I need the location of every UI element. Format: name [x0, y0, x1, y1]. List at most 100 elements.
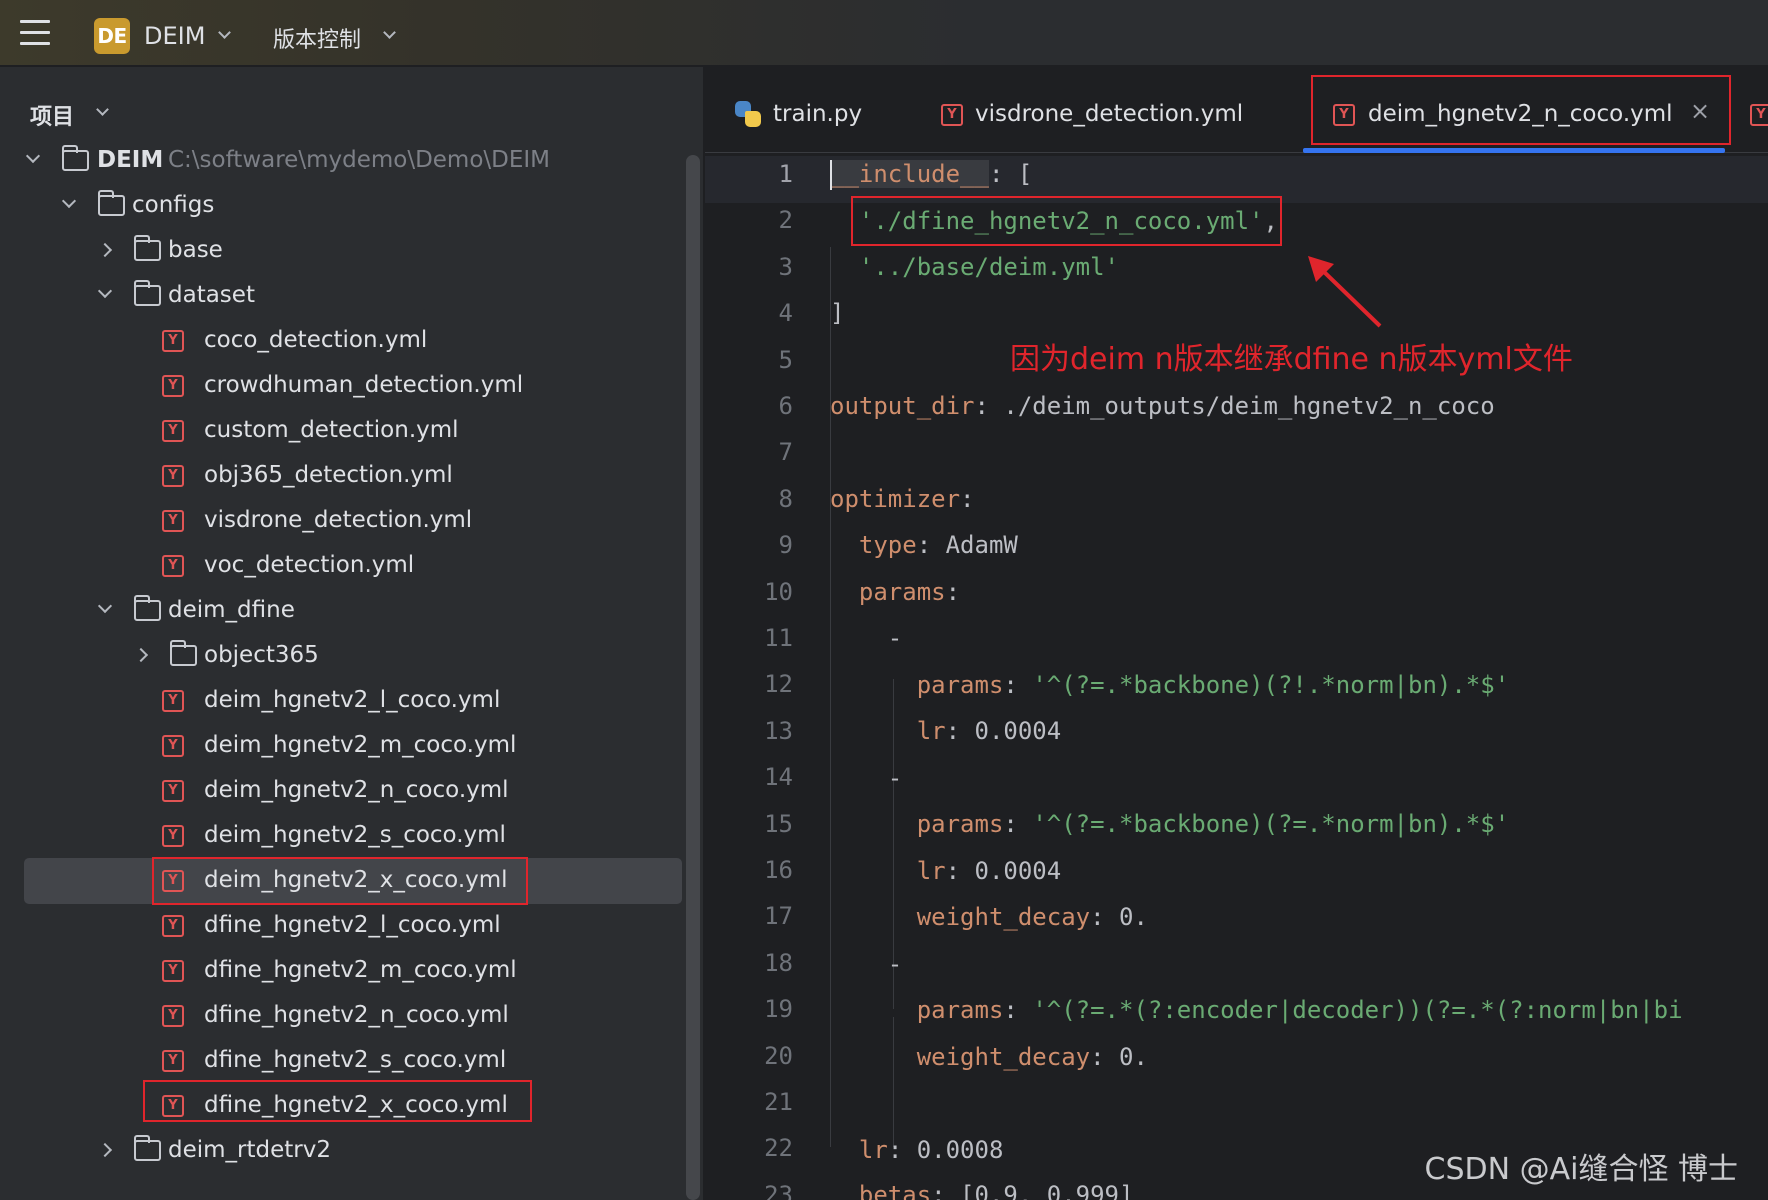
project-name[interactable]: DEIM	[144, 22, 205, 50]
tree-item[interactable]: Yvoc_detection.yml	[0, 544, 680, 589]
tree-item-label: visdrone_detection.yml	[204, 507, 473, 533]
vcs-menu[interactable]: 版本控制	[273, 22, 361, 54]
tree-item[interactable]: Ycustom_detection.yml	[0, 409, 680, 454]
chevron-down-icon[interactable]	[218, 26, 231, 39]
code-line-9: type: AdamW	[858, 531, 1018, 559]
code-line-8: optimizer:	[830, 485, 975, 513]
yaml-file-icon: Y	[162, 915, 184, 937]
tree-item-label: deim_hgnetv2_m_coco.yml	[204, 732, 517, 758]
tree-item[interactable]: Ydeim_hgnetv2_n_coco.yml	[0, 769, 680, 814]
text-caret	[830, 160, 832, 190]
tree-item[interactable]: object365	[0, 634, 680, 679]
tree-item-label: dfine_hgnetv2_l_coco.yml	[204, 912, 501, 938]
line-number-gutter: 1 2 3 4 5 6 7 8 9 10 11 12 13 14 15 16 17 18 19 20 21 22 23	[705, 153, 805, 1200]
code-line-10: params:	[858, 578, 961, 606]
tree-item[interactable]: configs	[0, 184, 680, 229]
tree-item[interactable]: dataset	[0, 274, 680, 319]
main-menu-icon[interactable]	[20, 20, 50, 46]
active-tab-indicator	[1303, 148, 1725, 153]
tree-item[interactable]: Ycoco_detection.yml	[0, 319, 680, 364]
project-panel-scrollbar[interactable]	[686, 155, 700, 1200]
yaml-file-icon: Y	[941, 104, 963, 126]
tree-item-label: dfine_hgnetv2_n_coco.yml	[204, 1002, 509, 1028]
tree-item-label: voc_detection.yml	[204, 552, 415, 578]
yaml-file-icon[interactable]: Y	[1750, 104, 1768, 126]
line-number: 12	[764, 670, 793, 699]
line-number: 11	[764, 624, 793, 652]
tree-item[interactable]: base	[0, 229, 680, 274]
chevron-right-icon[interactable]	[97, 242, 113, 258]
editor-tab-bar: train.py Y visdrone_detection.yml Y deim…	[705, 67, 1768, 153]
tree-item-label: object365	[204, 642, 319, 668]
chevron-down-icon[interactable]	[97, 283, 113, 299]
code-line-14: -	[887, 764, 903, 792]
tree-item-label: configs	[132, 192, 215, 218]
project-panel-title[interactable]: 项目	[30, 99, 74, 131]
tree-item[interactable]: Ycrowdhuman_detection.yml	[0, 364, 680, 409]
tree-item[interactable]: Ydeim_hgnetv2_m_coco.yml	[0, 724, 680, 769]
code-line-13: lr: 0.0004	[916, 717, 1062, 745]
tree-item-label: crowdhuman_detection.yml	[204, 372, 524, 398]
project-panel: 项目 DEIM C:\software\mydemo\Demo\DEIM con…	[0, 67, 704, 1200]
yaml-file-icon: Y	[162, 555, 184, 577]
folder-icon	[98, 190, 125, 216]
tree-item[interactable]: deim_rtdetrv2	[0, 1129, 680, 1174]
tree-item[interactable]: Ydeim_hgnetv2_s_coco.yml	[0, 814, 680, 859]
line-number: 8	[778, 484, 793, 513]
chevron-right-icon[interactable]	[133, 647, 149, 663]
line-number: 19	[764, 995, 793, 1024]
tree-item-label: deim_dfine	[168, 597, 295, 623]
tree-root-deim[interactable]: DEIM C:\software\mydemo\Demo\DEIM	[0, 139, 680, 184]
folder-icon	[62, 145, 89, 171]
yaml-file-icon: Y	[162, 420, 184, 442]
tab-train-py[interactable]: train.py	[725, 67, 905, 153]
chevron-down-icon[interactable]	[96, 103, 109, 116]
chevron-down-icon[interactable]	[97, 598, 113, 614]
yaml-file-icon: Y	[162, 465, 184, 487]
tree-item-label: deim_hgnetv2_l_coco.yml	[204, 687, 501, 713]
line-number: 10	[764, 577, 793, 606]
folder-icon	[134, 595, 161, 621]
tree-item[interactable]: Ydfine_hgnetv2_m_coco.yml	[0, 949, 680, 994]
code-line-3: '../base/deim.yml'	[858, 253, 1119, 281]
yaml-file-icon: Y	[162, 375, 184, 397]
chevron-down-icon[interactable]	[383, 26, 396, 39]
tree-item-label: obj365_detection.yml	[204, 462, 453, 488]
code-line-20: weight_decay: 0.	[916, 1043, 1148, 1071]
line-number: 3	[778, 252, 793, 281]
indent-guide	[893, 1017, 894, 1147]
tree-item[interactable]: Ydeim_hgnetv2_l_coco.yml	[0, 679, 680, 724]
code-line-6: output_dir: ./deim_outputs/deim_hgnetv2_…	[830, 392, 1495, 420]
tree-item[interactable]: Ydfine_hgnetv2_l_coco.yml	[0, 904, 680, 949]
tree-item-label: base	[168, 237, 223, 263]
chevron-right-icon[interactable]	[97, 1142, 113, 1158]
code-line-23: betas: [0.9, 0.999]	[858, 1181, 1134, 1200]
code-line-12: params: '^(?=.*backbone)(?!.*norm|bn).*$…	[916, 671, 1510, 699]
yaml-file-icon: Y	[162, 1050, 184, 1072]
tree-item[interactable]: Ydfine_hgnetv2_s_coco.yml	[0, 1039, 680, 1084]
chevron-down-icon[interactable]	[61, 193, 77, 209]
expand-arrow-icon[interactable]	[25, 148, 41, 164]
editor-area: train.py Y visdrone_detection.yml Y deim…	[705, 67, 1768, 1200]
line-number: 14	[764, 763, 793, 792]
yaml-file-icon: Y	[162, 1005, 184, 1027]
highlight-box-active-tab	[1311, 75, 1731, 145]
folder-icon	[170, 640, 197, 666]
highlight-box-dfine-n	[143, 1080, 532, 1122]
tree-item[interactable]: Yobj365_detection.yml	[0, 454, 680, 499]
tree-item-label: deim_rtdetrv2	[168, 1137, 331, 1163]
project-badge[interactable]: DE	[94, 18, 130, 54]
code-line-4: ]	[830, 299, 845, 327]
line-number: 4	[778, 299, 793, 328]
line-number: 2	[778, 206, 793, 235]
tree-item[interactable]: Ydfine_hgnetv2_n_coco.yml	[0, 994, 680, 1039]
yaml-file-icon: Y	[162, 330, 184, 352]
tab-visdrone-detection[interactable]: Y visdrone_detection.yml	[935, 67, 1265, 153]
tab-label: train.py	[773, 101, 863, 127]
tree-item[interactable]: deim_dfine	[0, 589, 680, 634]
tree-item-label: deim_hgnetv2_n_coco.yml	[204, 777, 509, 803]
tree-item-label: dataset	[168, 282, 255, 308]
tree-item-label: dfine_hgnetv2_m_coco.yml	[204, 957, 517, 983]
tree-item[interactable]: Yvisdrone_detection.yml	[0, 499, 680, 544]
line-number: 16	[764, 856, 793, 884]
